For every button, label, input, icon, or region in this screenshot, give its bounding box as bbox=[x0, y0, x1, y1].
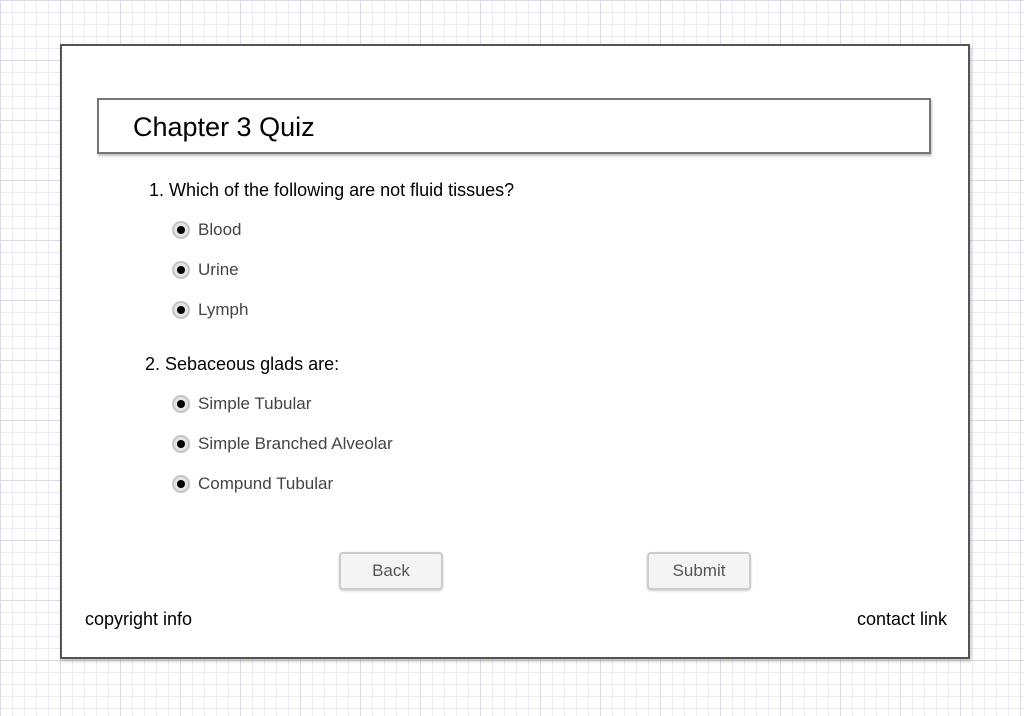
option-label: Simple Tubular bbox=[198, 394, 312, 413]
title-bar: Chapter 3 Quiz bbox=[97, 98, 931, 154]
option-label: Simple Branched Alveolar bbox=[198, 434, 393, 453]
quiz-window: Chapter 3 Quiz 1. Which of the following… bbox=[60, 44, 970, 659]
question-2-text: 2. Sebaceous glads are: bbox=[145, 354, 340, 374]
radio-button[interactable] bbox=[172, 221, 190, 239]
contact-link[interactable]: contact link bbox=[857, 609, 947, 630]
radio-button[interactable] bbox=[172, 261, 190, 279]
option-label: Lymph bbox=[198, 300, 249, 319]
q1-option-blood[interactable]: Blood bbox=[172, 218, 241, 242]
option-label: Blood bbox=[198, 220, 242, 239]
radio-button[interactable] bbox=[172, 395, 190, 413]
question-1-text: 1. Which of the following are not fluid … bbox=[149, 180, 515, 200]
option-label: Urine bbox=[198, 260, 239, 279]
radio-button[interactable] bbox=[172, 475, 190, 493]
radio-button[interactable] bbox=[172, 435, 190, 453]
q1-option-urine[interactable]: Urine bbox=[172, 258, 239, 282]
page-title: Chapter 3 Quiz bbox=[133, 112, 315, 142]
option-label: Compund Tubular bbox=[198, 474, 334, 493]
submit-button[interactable]: Submit bbox=[647, 552, 751, 590]
q2-option-compund-tubular[interactable]: Compund Tubular bbox=[172, 472, 333, 496]
copyright-link[interactable]: copyright info bbox=[85, 609, 192, 630]
q2-option-simple-tubular[interactable]: Simple Tubular bbox=[172, 392, 311, 416]
q2-option-simple-branched-alveolar[interactable]: Simple Branched Alveolar bbox=[172, 432, 393, 456]
radio-button[interactable] bbox=[172, 301, 190, 319]
back-button[interactable]: Back bbox=[339, 552, 443, 590]
q1-option-lymph[interactable]: Lymph bbox=[172, 298, 248, 322]
